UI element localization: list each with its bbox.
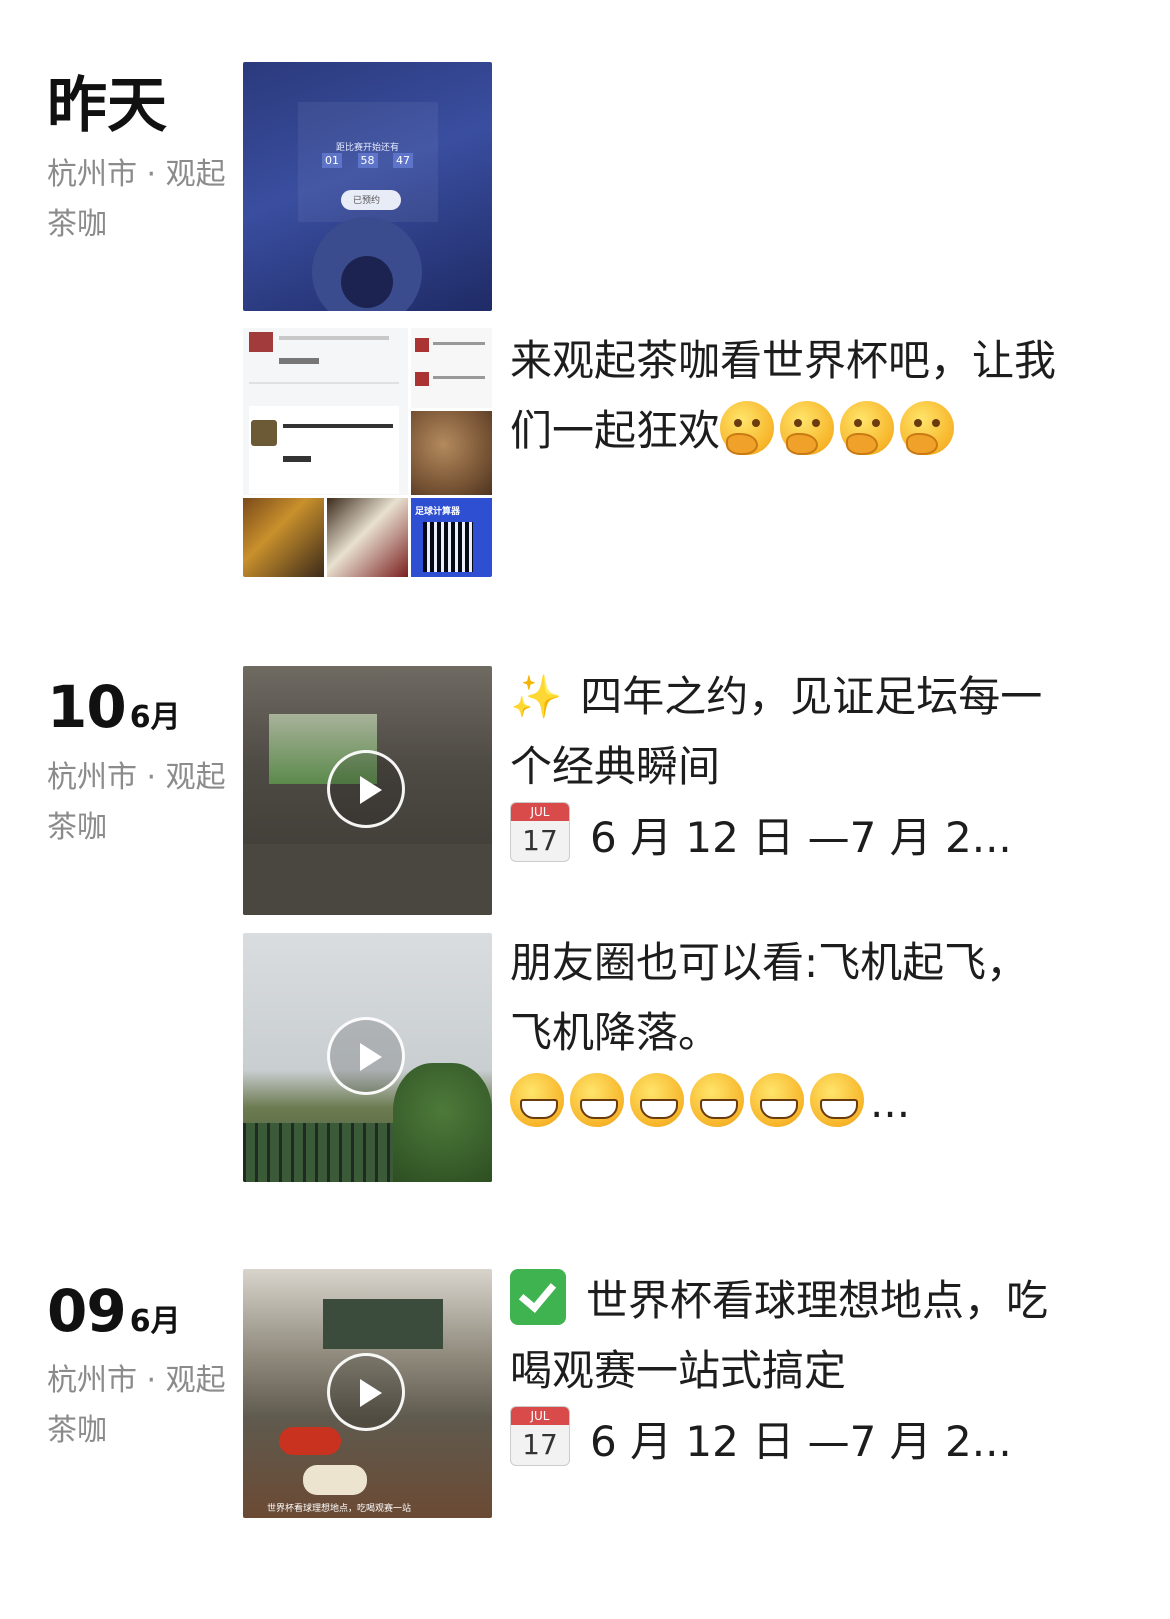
post-text-ideal-spot[interactable]: 世界杯看球理想地点，吃喝观赛一站式搞定 JUL 17 6 月 12 日 —7 月 2… — [510, 1266, 1070, 1477]
countdown-title: 距比赛开始还有 — [335, 143, 399, 153]
video-caption: 世界杯看球理想地点，吃喝观赛一站 — [267, 1504, 412, 1514]
thinking-face-icon — [840, 401, 895, 455]
qr-poster-title: 足球计算器 — [415, 507, 461, 517]
thinking-face-icon — [780, 401, 835, 455]
countdown-seconds: 47 — [393, 153, 413, 168]
grid-cell-nuts — [411, 411, 492, 495]
grin-face-icon — [690, 1073, 744, 1127]
post-video-cafe-controller[interactable]: 世界杯看球理想地点，吃喝观赛一站 — [243, 1269, 492, 1518]
thinking-face-icon — [900, 401, 955, 455]
sparkles-icon: ✨ — [510, 672, 563, 721]
grid-cell-order-screenshot — [243, 328, 408, 495]
countdown-hours: 01 — [322, 153, 342, 168]
location-label[interactable]: 杭州市 · 观起茶咖 — [47, 150, 232, 250]
date-day: 10 — [47, 673, 127, 741]
date-june-10: 10 6月 — [47, 672, 181, 742]
play-icon[interactable] — [327, 1353, 405, 1431]
grid-cell-snacks-1 — [243, 498, 324, 577]
post-image-grid[interactable]: 足球计算器 — [243, 328, 492, 577]
tv-screen — [323, 1299, 443, 1349]
table — [243, 844, 492, 915]
ellipsis: ... — [870, 1078, 911, 1127]
post-text-line1: 世界杯看球理想地点，吃喝观赛一站式搞定 — [510, 1276, 1049, 1395]
date-month: 6月 — [129, 1304, 181, 1339]
post-image-countdown[interactable]: 距比赛开始还有 01 58 47 已预约 — [243, 62, 492, 311]
grin-face-icon — [810, 1073, 864, 1127]
thinking-face-icon — [720, 401, 775, 455]
qr-code-icon — [423, 522, 473, 572]
countdown-minutes: 58 — [357, 153, 378, 168]
grin-face-icon — [510, 1073, 564, 1127]
grin-face-icon — [570, 1073, 624, 1127]
post-video-airplane[interactable] — [243, 933, 492, 1182]
countdown-digits: 01 58 47 — [243, 153, 492, 168]
grin-face-icon — [750, 1073, 804, 1127]
grid-cell-list-screenshot — [411, 328, 492, 408]
calendar-icon: JUL 17 — [510, 802, 570, 862]
date-month: 6月 — [129, 700, 181, 735]
trees — [393, 1063, 492, 1182]
post-text-worldcup-invite[interactable]: 来观起茶咖看世界杯吧，让我们一起狂欢 — [510, 326, 1070, 466]
date-june-09: 09 6月 — [47, 1276, 181, 1346]
post-text-dates: 6 月 12 日 —7 月 2... — [590, 1417, 1012, 1466]
countdown-illustration — [298, 102, 438, 311]
post-text-airplane[interactable]: 朋友圈也可以看:飞机起飞，飞机降落。 ... — [510, 928, 1070, 1138]
location-label[interactable]: 杭州市 · 观起茶咖 — [47, 753, 232, 853]
post-video-cafe[interactable] — [243, 666, 492, 915]
grin-face-icon — [630, 1073, 684, 1127]
red-controller — [279, 1427, 341, 1455]
grid-cell-qr-poster: 足球计算器 — [411, 498, 492, 577]
booked-pill: 已预约 — [353, 196, 381, 206]
grid-cell-snacks-2 — [327, 498, 408, 577]
play-icon[interactable] — [327, 1017, 405, 1095]
date-day: 09 — [47, 1277, 127, 1345]
post-text-line1: 四年之约，见证足坛每一个经典瞬间 — [510, 672, 1043, 791]
post-text-four-year[interactable]: ✨ 四年之约，见证足坛每一个经典瞬间 JUL 17 6 月 12 日 —7 月 2..… — [510, 662, 1070, 873]
date-yesterday: 昨天 — [47, 71, 167, 141]
white-controller — [303, 1465, 367, 1495]
calendar-icon: JUL 17 — [510, 1406, 570, 1466]
post-text-dates: 6 月 12 日 —7 月 2... — [590, 813, 1012, 862]
play-icon[interactable] — [327, 750, 405, 828]
post-text-body: 朋友圈也可以看:飞机起飞，飞机降落。 — [510, 938, 1029, 1057]
location-label[interactable]: 杭州市 · 观起茶咖 — [47, 1356, 232, 1456]
check-mark-icon — [510, 1269, 566, 1325]
